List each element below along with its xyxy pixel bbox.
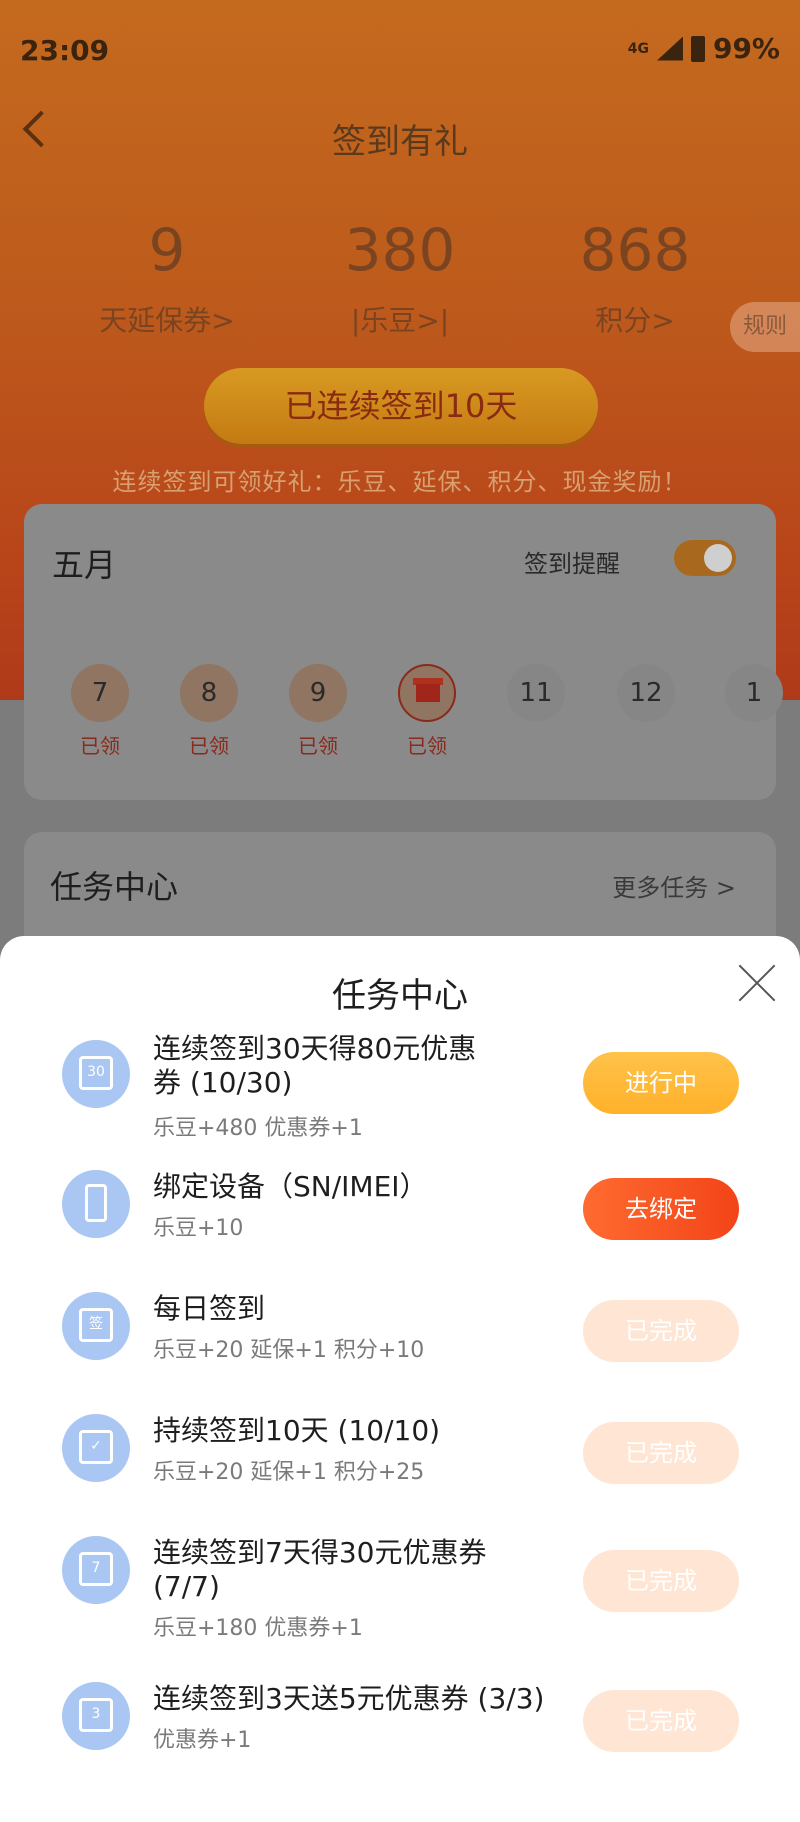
remind-toggle[interactable] <box>674 540 736 576</box>
day-number: 1 <box>725 664 783 722</box>
battery-icon <box>690 35 705 62</box>
day-item[interactable]: 7 已领 <box>70 664 130 759</box>
phone-icon <box>62 1170 130 1238</box>
day-item[interactable]: 1 <box>724 664 784 722</box>
task-reward: 乐豆+20 延保+1 积分+10 <box>153 1338 425 1363</box>
gift-box <box>416 684 440 702</box>
task-reward: 乐豆+480 优惠券+1 <box>153 1116 363 1141</box>
remind-label: 签到提醒 <box>524 550 620 578</box>
more-tasks-link[interactable]: 更多任务 > <box>612 868 736 903</box>
month-label: 五月 <box>52 546 117 584</box>
signed-days-button[interactable]: 已连续签到10天 <box>204 368 598 444</box>
day-status: 已领 <box>298 734 338 758</box>
calendar-check-icon: ✓ <box>62 1414 130 1482</box>
gift-icon <box>398 664 456 722</box>
nav-bar: 签到有礼 <box>0 100 800 170</box>
task-card-title: 任务中心 <box>50 868 179 906</box>
task-status-button[interactable]: 进行中 <box>583 1052 739 1114</box>
task-name: 连续签到3天送5元优惠券 (3/3) <box>153 1682 545 1715</box>
page-title: 签到有礼 <box>332 122 468 162</box>
day-number: 8 <box>180 664 238 722</box>
signal-icon <box>656 36 683 61</box>
day-number: 11 <box>507 664 565 722</box>
calendar-icon: 7 <box>62 1536 130 1604</box>
task-status-button[interactable]: 已完成 <box>583 1690 739 1752</box>
calendar-card: 五月 签到提醒 7 已领 8 已领 9 已领 已领 11 12 1 <box>24 504 783 800</box>
reward-tip: 连续签到可领好礼：乐豆、延保、积分、现金奖励！ <box>112 468 688 496</box>
task-name: 持续签到10天 (10/10) <box>153 1414 441 1447</box>
toggle-knob <box>704 544 732 572</box>
calendar-icon-text: 7 <box>79 1552 113 1586</box>
stat-value: 380 <box>344 216 456 284</box>
close-icon[interactable] <box>736 962 778 1004</box>
calendar-icon-text: 3 <box>79 1698 113 1732</box>
day-item[interactable]: 12 <box>616 664 676 722</box>
network-label: 4G <box>627 40 649 57</box>
calendar-icon-text: ✓ <box>79 1430 113 1464</box>
battery-level: 99% <box>712 32 780 65</box>
calendar-icon: 3 <box>62 1682 130 1750</box>
task-name: 连续签到7天得30元优惠券 (7/7) <box>153 1536 487 1603</box>
stat-label: 天延保券> <box>99 304 235 337</box>
day-status: 已领 <box>80 734 120 758</box>
task-center-card: 任务中心 更多任务 > <box>24 832 776 952</box>
task-reward: 乐豆+180 优惠券+1 <box>153 1616 363 1641</box>
status-bar: 23:09 4G 99% <box>0 0 800 100</box>
sheet-title: 任务中心 <box>332 976 468 1016</box>
calendar-icon-text: 签 <box>79 1308 113 1342</box>
phone-shape <box>85 1184 107 1222</box>
task-status-button[interactable]: 已完成 <box>583 1422 739 1484</box>
stat-label: |乐豆>| <box>350 304 450 337</box>
task-name: 每日签到 <box>153 1292 266 1325</box>
bind-device-button[interactable]: 去绑定 <box>583 1178 739 1240</box>
stat-value: 868 <box>579 216 691 284</box>
task-reward: 乐豆+10 <box>153 1216 244 1241</box>
task-reward: 乐豆+20 延保+1 积分+25 <box>153 1460 425 1485</box>
day-item[interactable]: 11 <box>506 664 566 722</box>
day-item[interactable]: 已领 <box>397 664 457 759</box>
day-status: 已领 <box>189 734 229 758</box>
stats-row: 9 天延保券> 380 |乐豆>| 868 积分> <box>0 215 800 355</box>
day-item[interactable]: 9 已领 <box>288 664 348 759</box>
status-icons: 4G 99% <box>628 32 780 65</box>
day-strip: 7 已领 8 已领 9 已领 已领 11 12 1 <box>24 664 783 774</box>
task-status-button[interactable]: 已完成 <box>583 1300 739 1362</box>
stat-points[interactable]: 868 积分> <box>520 215 750 339</box>
day-number: 9 <box>289 664 347 722</box>
task-center-sheet: 任务中心 30 连续签到30天得80元优惠券 (10/30) 乐豆+480 优惠… <box>0 936 800 1822</box>
status-time: 23:09 <box>20 34 110 67</box>
day-status: 已领 <box>407 734 447 758</box>
calendar-icon: 30 <box>62 1040 130 1108</box>
day-number: 12 <box>617 664 675 722</box>
calendar-icon-text: 30 <box>79 1056 113 1090</box>
stat-label: 积分> <box>595 304 675 337</box>
task-reward: 优惠券+1 <box>153 1728 252 1753</box>
rules-button[interactable]: 规则 <box>730 302 800 352</box>
day-number: 7 <box>71 664 129 722</box>
stat-warranty[interactable]: 9 天延保券> <box>52 215 282 339</box>
calendar-icon: 签 <box>62 1292 130 1360</box>
task-status-button[interactable]: 已完成 <box>583 1550 739 1612</box>
day-item[interactable]: 8 已领 <box>179 664 239 759</box>
stat-value: 9 <box>148 216 186 284</box>
task-name: 连续签到30天得80元优惠券 (10/30) <box>153 1032 477 1099</box>
stat-ledou[interactable]: 380 |乐豆>| <box>285 215 515 339</box>
task-name: 绑定设备（SN/IMEI） <box>153 1170 428 1203</box>
